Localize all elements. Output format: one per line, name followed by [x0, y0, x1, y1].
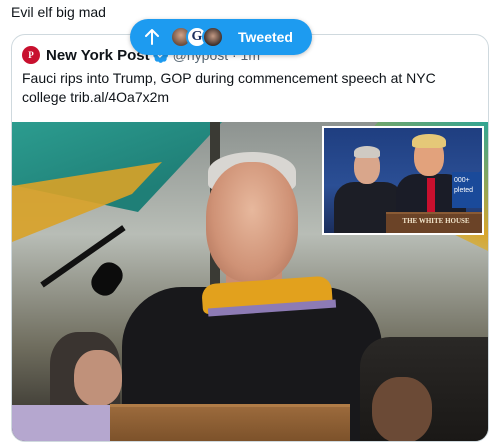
inset-person	[412, 134, 446, 148]
tweet-view: Evil elf big mad P New York Post @nypost…	[0, 0, 500, 448]
photo-podium	[12, 405, 110, 441]
photo-speaker-face	[206, 162, 298, 282]
photo-audience	[74, 350, 122, 406]
photo-microphone	[86, 257, 128, 301]
tweet-photo[interactable]: 000+ pleted THE WHITE HOUSE	[12, 122, 488, 441]
inset-podium-sign: THE WHITE HOUSE	[386, 212, 482, 233]
author-avatar[interactable]: P	[22, 46, 40, 64]
arrow-up-icon[interactable]	[144, 28, 160, 46]
photo-audience	[372, 377, 432, 441]
photo-inset: 000+ pleted THE WHITE HOUSE	[322, 126, 484, 235]
tweet-text: Evil elf big mad	[11, 4, 106, 20]
avatar	[202, 26, 224, 48]
quoted-tweet-card[interactable]: P New York Post @nypost · 1m Fauci rips …	[11, 34, 489, 442]
toast-avatars: G	[170, 26, 224, 48]
quoted-tweet-text: Fauci rips into Trump, GOP during commen…	[22, 70, 436, 105]
inset-person	[354, 146, 380, 158]
toast-label: Tweeted	[238, 29, 293, 45]
tweeted-toast[interactable]: G Tweeted	[130, 19, 312, 55]
inset-screen: 000+ pleted	[452, 172, 482, 208]
photo-podium	[110, 404, 350, 441]
